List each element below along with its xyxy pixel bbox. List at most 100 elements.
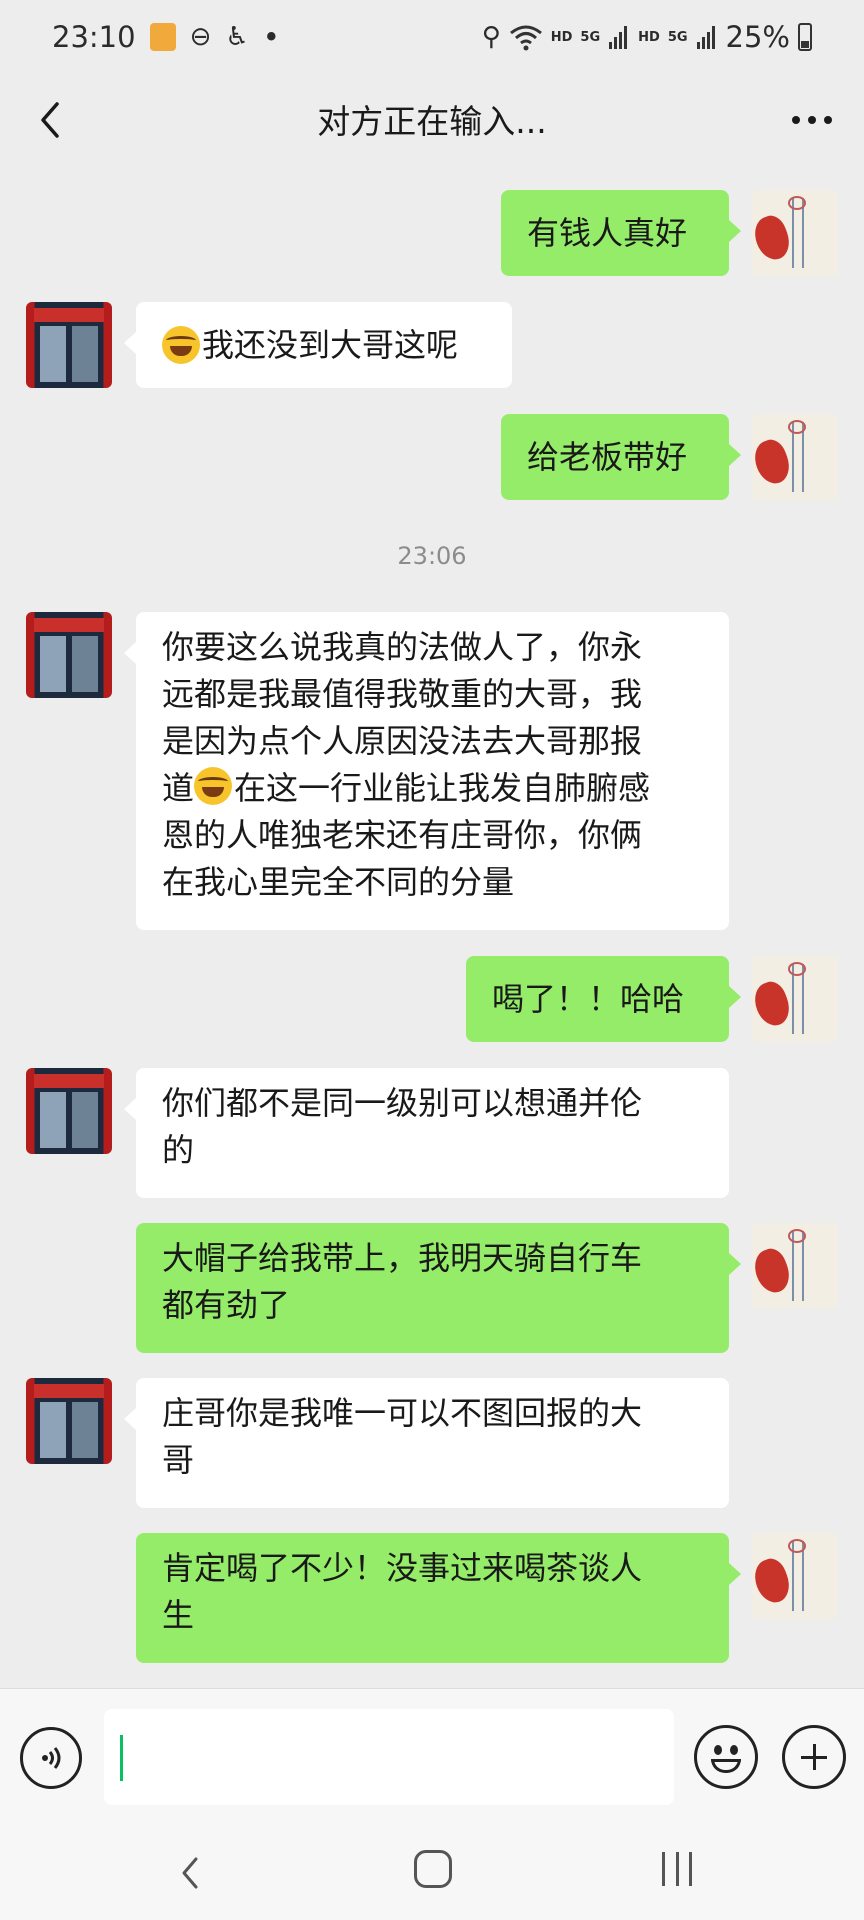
emoji-icon (730, 1745, 738, 1755)
nav-recents-icon (662, 1852, 665, 1886)
contact-avatar[interactable] (26, 302, 112, 388)
voice-button[interactable] (20, 1727, 82, 1789)
message-line: 的 (162, 1131, 195, 1169)
chevron-left-icon (41, 102, 59, 138)
message-line: 是因为点个人原因没法去大哥那报 (162, 722, 643, 760)
back-button[interactable] (22, 92, 78, 148)
status-right: ⚲ HD 5G HD 5G 25% (482, 20, 812, 54)
avatar-art (788, 1229, 806, 1243)
message-line: 大帽子给我带上，我明天骑自行车 (162, 1239, 643, 1277)
battery-percent: 25% (725, 20, 790, 54)
avatar-art (34, 1384, 104, 1398)
my-avatar[interactable] (752, 190, 838, 276)
more-button[interactable] (780, 92, 844, 148)
avatar-art (34, 1074, 104, 1088)
avatar-art (752, 1554, 795, 1608)
my-avatar[interactable] (752, 1533, 838, 1619)
chat-title: 对方正在输入... (317, 102, 547, 141)
avatar-art (752, 211, 795, 265)
message-input[interactable] (104, 1709, 674, 1805)
my-avatar[interactable] (752, 956, 838, 1042)
message-bubble-incoming[interactable]: 你们都不是同一级别可以想通并伦 的 (124, 1068, 729, 1198)
hd-label-2: HD (638, 29, 660, 45)
chat-header: 对方正在输入... (0, 74, 864, 164)
avatar-art (34, 308, 104, 322)
more-icon (792, 116, 832, 124)
emoji-icon (714, 1745, 722, 1755)
avatar-art (40, 1092, 66, 1148)
message-text: 有钱人真好 (527, 213, 688, 252)
avatar-art (788, 420, 806, 434)
system-nav-bar (0, 1826, 864, 1920)
avatar-art (788, 1539, 806, 1553)
message-line: 远都是我最值得我敬重的大哥，我 (162, 675, 643, 713)
my-avatar[interactable] (752, 1223, 838, 1309)
message-text: 喝了！！哈哈 (492, 979, 685, 1018)
input-bar (0, 1688, 864, 1826)
location-icon: ⚲ (481, 22, 501, 52)
message-text: 在这一行业能让我发自肺腑感 (234, 769, 651, 807)
message-bubble-outgoing[interactable]: 肯定喝了不少！没事过来喝茶谈人 生 (136, 1533, 741, 1663)
message-bubble-outgoing[interactable]: 喝了！！哈哈 (466, 956, 741, 1042)
message-bubble-incoming[interactable]: 我还没到大哥这呢 (124, 302, 512, 388)
message-line: 庄哥你是我唯一可以不图回报的大 (162, 1394, 643, 1432)
avatar-art (34, 618, 104, 632)
message-bubble-incoming[interactable]: 庄哥你是我唯一可以不图回报的大 哥 (124, 1378, 729, 1508)
clock: 23:10 (52, 20, 136, 54)
contact-avatar[interactable] (26, 1378, 112, 1464)
signal-icon-2 (696, 26, 715, 49)
wifi-icon (509, 25, 542, 51)
message-bubble-incoming[interactable]: 你要这么说我真的法做人了，你永 远都是我最值得我敬重的大哥，我 是因为点个人原因… (124, 612, 729, 930)
accessibility-icon: ♿ (225, 22, 249, 52)
contact-avatar[interactable] (26, 612, 112, 698)
nav-recents-icon (689, 1852, 692, 1886)
message-line: 生 (162, 1596, 195, 1634)
plus-button[interactable] (782, 1725, 846, 1789)
nav-back-button[interactable] (160, 1848, 220, 1898)
message-timestamp: 23:06 (397, 542, 467, 570)
laugh-cry-emoji (162, 326, 200, 364)
avatar-art (752, 1244, 795, 1298)
message-bubble-outgoing[interactable]: 给老板带好 (501, 414, 741, 500)
avatar-art (752, 977, 795, 1031)
nav-back-icon (182, 1857, 198, 1889)
avatar-art (788, 962, 806, 976)
nav-home-button[interactable] (414, 1850, 452, 1888)
message-bubble-outgoing[interactable]: 有钱人真好 (501, 190, 741, 276)
contact-avatar[interactable] (26, 1068, 112, 1154)
avatar-art (788, 196, 806, 210)
signal-icon (609, 26, 628, 49)
avatar-art (72, 326, 98, 382)
voice-icon (42, 1747, 61, 1769)
my-avatar[interactable] (752, 414, 838, 500)
network-label-2: 5G (667, 29, 688, 45)
nav-recents-icon (675, 1852, 679, 1886)
message-line: 都有劲了 (162, 1286, 291, 1324)
battery-icon (798, 23, 812, 51)
emoji-button[interactable] (694, 1725, 758, 1789)
message-text: 道 (162, 769, 195, 807)
network-label-1: 5G (580, 29, 601, 45)
emoji-icon (711, 1759, 741, 1773)
message-line: 你们都不是同一级别可以想通并伦 (162, 1084, 643, 1122)
hd-label-1: HD (550, 29, 573, 45)
avatar-art (72, 1402, 98, 1458)
message-line: 肯定喝了不少！没事过来喝茶谈人 (162, 1549, 643, 1587)
avatar-art (752, 435, 795, 489)
avatar-art (72, 636, 98, 692)
message-text: 我还没到大哥这呢 (202, 325, 459, 364)
text-caret (120, 1735, 123, 1781)
message-line: 你要这么说我真的法做人了，你永 (162, 628, 643, 666)
status-left: 23:10 ⊖ ♿ • (52, 20, 280, 54)
message-bubble-outgoing[interactable]: 大帽子给我带上，我明天骑自行车 都有劲了 (136, 1223, 741, 1353)
message-text: 给老板带好 (527, 437, 688, 476)
status-dot: • (262, 20, 280, 54)
dnd-icon: ⊖ (189, 22, 212, 52)
avatar-art (72, 1092, 98, 1148)
laugh-cry-emoji (194, 767, 233, 805)
nav-recents-button[interactable] (652, 1852, 702, 1888)
avatar-art (40, 636, 66, 692)
message-line: 在我心里完全不同的分量 (162, 863, 515, 901)
status-bar: 23:10 ⊖ ♿ • ⚲ HD 5G HD 5G 25% (0, 0, 864, 74)
message-line: 道 在这一行业能让我发自肺腑感 (162, 765, 703, 812)
